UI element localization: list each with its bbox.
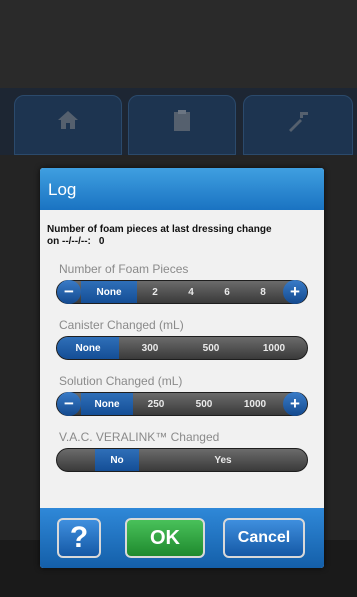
tab-home [14, 95, 122, 155]
ok-button[interactable]: OK [125, 518, 205, 558]
veralink-option-yes[interactable]: Yes [139, 449, 307, 471]
solution-option-500[interactable]: 500 [179, 393, 229, 415]
clipboard-icon [174, 110, 190, 131]
foam-pieces-label: Number of Foam Pieces [59, 262, 189, 276]
home-icon [58, 111, 78, 129]
log-dialog: Log Number of foam pieces at last dressi… [40, 168, 324, 568]
info-line2: on --/--/--: 0 [47, 236, 318, 248]
veralink-label: V.A.C. VERALINK™ Changed [59, 430, 220, 444]
veralink-option-no[interactable]: No [95, 449, 139, 471]
last-dressing-info: Number of foam pieces at last dressing c… [40, 210, 324, 248]
solution-option-250[interactable]: 250 [133, 393, 179, 415]
solution-minus-button[interactable]: − [57, 392, 81, 416]
foam-option-8[interactable]: 8 [245, 281, 281, 303]
foam-option-none[interactable]: None [81, 281, 137, 303]
solution-option-none[interactable]: None [81, 393, 133, 415]
foam-option-4[interactable]: 4 [173, 281, 209, 303]
canister-selector: None 300 500 1000 [56, 336, 308, 360]
cancel-button[interactable]: Cancel [223, 518, 305, 558]
foam-option-2[interactable]: 2 [137, 281, 173, 303]
canister-option-300[interactable]: 300 [119, 337, 181, 359]
foam-plus-button[interactable]: + [283, 280, 307, 304]
canister-label: Canister Changed (mL) [59, 318, 184, 332]
background-top [0, 0, 357, 95]
veralink-selector: No Yes [56, 448, 308, 472]
canister-option-1000[interactable]: 1000 [241, 337, 307, 359]
solution-selector: − None 250 500 1000 + [56, 392, 308, 416]
info-line1: Number of foam pieces at last dressing c… [47, 224, 272, 235]
solution-label: Solution Changed (mL) [59, 374, 183, 388]
solution-plus-button[interactable]: + [283, 392, 307, 416]
canister-option-500[interactable]: 500 [181, 337, 241, 359]
tab-clipboard [128, 95, 236, 155]
info-value: 0 [98, 236, 105, 247]
dialog-footer: ? OK Cancel [40, 508, 324, 568]
canister-option-none[interactable]: None [57, 337, 119, 359]
foam-option-6[interactable]: 6 [209, 281, 245, 303]
dialog-title: Log [40, 168, 324, 210]
foam-minus-button[interactable]: − [57, 280, 81, 304]
help-button[interactable]: ? [57, 518, 101, 558]
foam-pieces-selector: − None 2 4 6 8 + [56, 280, 308, 304]
solution-option-1000[interactable]: 1000 [229, 393, 281, 415]
veralink-spacer [57, 449, 95, 471]
tools-icon [289, 112, 308, 132]
info-date: on --/--/--: [47, 236, 91, 247]
tab-tools [243, 95, 353, 155]
